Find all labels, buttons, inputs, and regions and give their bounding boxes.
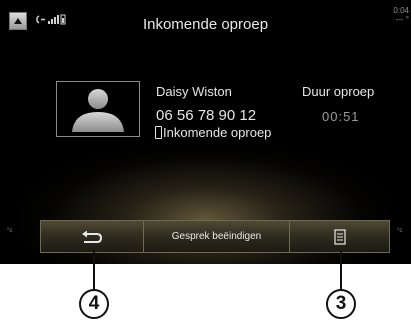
call-status-label: Inkomende oproep — [163, 125, 272, 140]
back-button[interactable] — [40, 220, 144, 253]
screen-title: Inkomende oproep — [142, 16, 269, 33]
clock-temp: --- ° — [395, 15, 409, 24]
list-menu-icon — [333, 228, 346, 245]
end-call-label: Gesprek beëindigen — [171, 231, 262, 242]
phone-handset-icon — [155, 126, 162, 139]
clock: 0:04 --- ° — [393, 6, 409, 24]
clock-time: 0:04 — [393, 6, 409, 15]
callout-line-back — [93, 250, 95, 290]
person-silhouette-icon — [72, 89, 124, 132]
contact-name: Daisy Wiston — [156, 84, 232, 99]
end-call-button[interactable]: Gesprek beëindigen — [144, 220, 289, 253]
callout-menu: 3 — [326, 289, 356, 319]
callout-back: 4 — [79, 289, 109, 319]
contact-number: 06 56 78 90 12 — [156, 107, 257, 124]
call-status: Inkomende oproep — [155, 125, 271, 140]
menu-button[interactable] — [289, 220, 390, 253]
return-arrow-icon — [82, 230, 103, 243]
bottom-action-bar: Gesprek beëindigen — [40, 220, 390, 253]
temperature-left: °c — [7, 228, 13, 234]
contact-avatar — [56, 81, 140, 137]
display-screen: Inkomende oproep 0:04 --- ° Daisy Wiston… — [0, 0, 411, 264]
duration-value: 00:51 — [322, 109, 360, 124]
temperature-right: °c — [397, 228, 403, 234]
duration-label: Duur oproep — [302, 84, 375, 99]
callout-line-menu — [340, 250, 342, 290]
